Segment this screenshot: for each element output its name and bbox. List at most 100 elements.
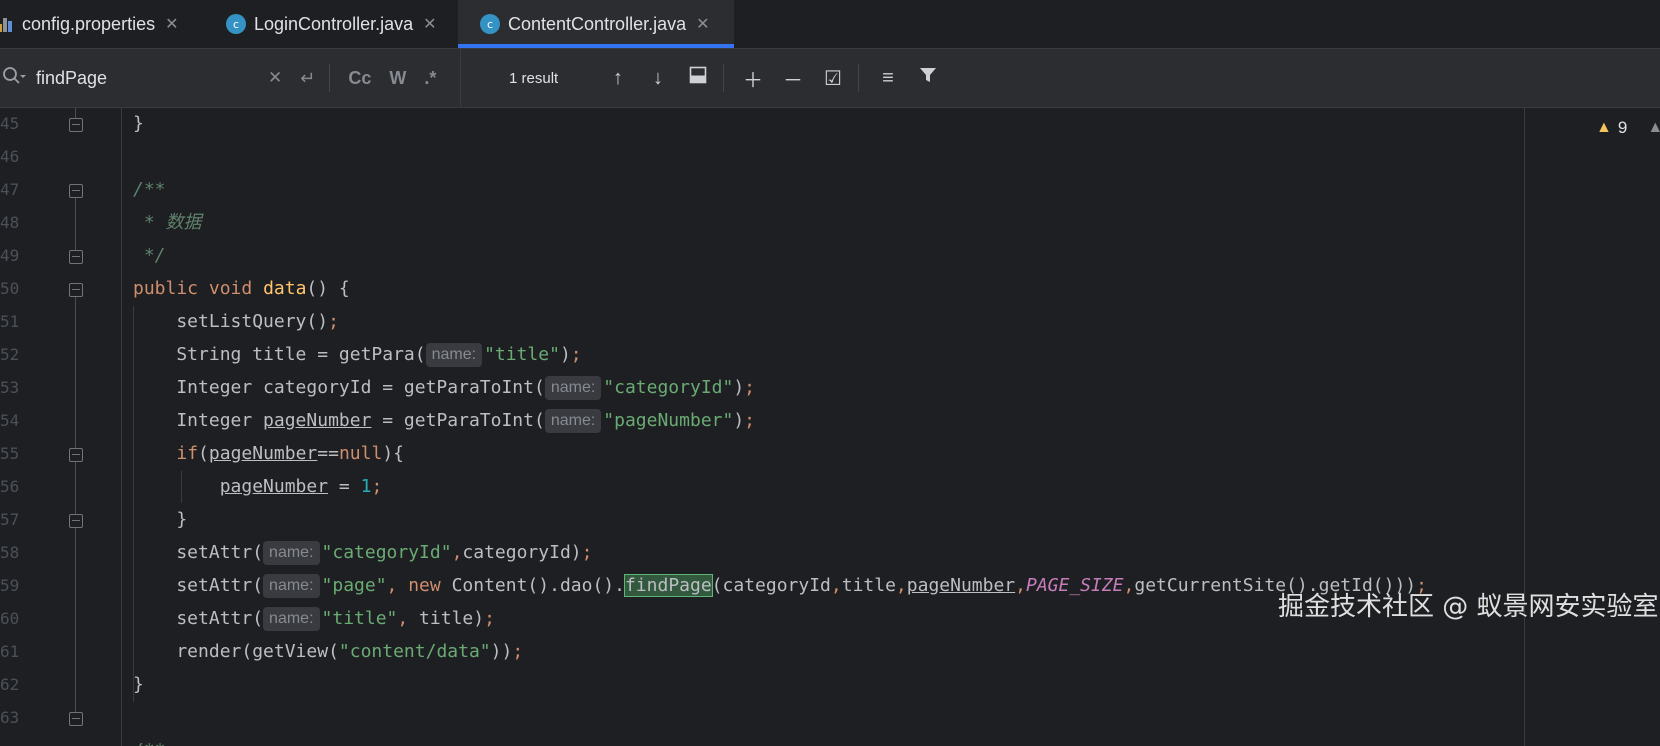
string-literal: "categoryId" — [603, 377, 734, 398]
code-line[interactable]: setAttr(name: "categoryId",categoryId); — [133, 537, 592, 569]
tab-config-properties[interactable]: config.properties ✕ — [0, 0, 196, 48]
clear-icon[interactable]: ✕ — [268, 68, 282, 88]
line-number: 47 — [0, 180, 20, 199]
watermark: 掘金技术社区 @ 蚁景网安实验室 — [1278, 592, 1659, 622]
new-line-icon[interactable]: ↵ — [300, 68, 315, 89]
search-options-icon[interactable]: ≡ — [877, 67, 899, 90]
code-line[interactable]: if(pageNumber==null){ — [133, 438, 404, 470]
string-literal: "title" — [484, 344, 560, 365]
line-number: 61 — [0, 642, 20, 661]
code-line[interactable]: setListQuery(); — [133, 306, 339, 338]
tab-label: LoginController.java — [254, 13, 414, 34]
line-number: 57 — [0, 510, 20, 529]
line-number: 45 — [0, 114, 20, 133]
line-number: 56 — [0, 477, 20, 496]
indent-guide — [121, 108, 122, 746]
next-occurrence-icon[interactable]: ↓ — [647, 67, 669, 90]
close-icon[interactable]: ✕ — [423, 14, 436, 34]
line-number: 52 — [0, 345, 20, 364]
right-margin-guide — [1524, 108, 1525, 746]
divider — [329, 64, 331, 92]
fold-marker-icon[interactable] — [69, 250, 83, 264]
code-line[interactable]: } — [133, 504, 187, 536]
warning-icon: ▲ — [1596, 119, 1612, 136]
code-line[interactable]: } — [133, 108, 144, 140]
filter-results-icon[interactable] — [687, 66, 709, 90]
editor-tab-bar: config.properties ✕ c LoginController.ja… — [0, 0, 1660, 49]
inspection-widget[interactable]: ▲ 9 ▲ — [1596, 118, 1660, 138]
filter-icon[interactable] — [917, 66, 939, 90]
constant: PAGE_SIZE — [1025, 575, 1124, 596]
line-number: 60 — [0, 609, 20, 628]
regex-button[interactable]: .* — [424, 68, 436, 89]
line-number: 58 — [0, 543, 20, 562]
fold-marker-icon[interactable] — [69, 184, 83, 198]
code-line[interactable]: Integer categoryId = getParaToInt(name: "… — [133, 372, 755, 404]
tab-content-controller[interactable]: c ContentController.java ✕ — [458, 0, 734, 48]
param-hint: name: — [263, 574, 320, 598]
code-line[interactable]: /** — [133, 735, 166, 746]
fold-marker-icon[interactable] — [69, 118, 83, 132]
result-count: 1 result — [509, 69, 559, 87]
close-icon[interactable]: ✕ — [696, 14, 709, 34]
param-hint: name: — [425, 343, 483, 367]
code-line[interactable]: render(getView("content/data")); — [133, 636, 523, 668]
divider — [723, 64, 724, 92]
search-match-highlight[interactable]: findPage — [623, 574, 713, 597]
fold-marker-icon[interactable] — [69, 283, 83, 297]
code-line[interactable]: setAttr(name: "title", title); — [133, 603, 495, 635]
code-line[interactable]: String title = getPara(name: "title"); — [133, 339, 582, 371]
code-line[interactable]: Integer pageNumber = getParaToInt(name: "… — [133, 405, 755, 437]
fold-guide — [75, 198, 76, 250]
string-literal: "pageNumber" — [603, 410, 734, 431]
line-number: 51 — [0, 312, 20, 331]
find-input-area: ✕ ↵ Cc W .* — [0, 49, 461, 107]
weak-warning-icon: ▲ — [1647, 119, 1660, 136]
line-number: 63 — [0, 708, 20, 727]
search-icon[interactable] — [2, 66, 28, 91]
code-line[interactable]: setAttr(name: "page", new Content().dao()… — [133, 570, 1427, 602]
add-selection-icon[interactable]: ＋ — [742, 64, 764, 93]
param-hint: name: — [544, 376, 602, 400]
remove-selection-icon[interactable]: － — [782, 64, 804, 93]
line-number: 62 — [0, 675, 20, 694]
match-case-button[interactable]: Cc — [348, 68, 371, 89]
fold-marker-icon[interactable] — [69, 514, 83, 528]
fold-guide — [75, 528, 76, 712]
select-all-occurrences-icon[interactable]: ☑ — [822, 66, 844, 91]
fold-guide — [75, 297, 76, 449]
code-line[interactable]: public void data() { — [133, 273, 350, 305]
line-number: 48 — [0, 213, 20, 232]
java-class-icon: c — [480, 14, 500, 34]
line-number: 46 — [0, 147, 20, 166]
find-toolbar: 1 result ↑ ↓ ＋ － ☑ ≡ — [461, 49, 939, 107]
code-editor[interactable]: 45 46 47 48 49 50 51 52 53 54 55 56 57 5… — [0, 108, 1660, 746]
comment-text: * 数据 — [143, 212, 202, 233]
editor-gutter: 45 46 47 48 49 50 51 52 53 54 55 56 57 5… — [0, 108, 110, 746]
line-number: 49 — [0, 246, 20, 265]
string-literal: "categoryId" — [321, 542, 452, 563]
fold-marker-icon[interactable] — [69, 712, 83, 726]
code-line[interactable]: } — [133, 669, 144, 701]
tab-label: ContentController.java — [508, 13, 687, 34]
fold-marker-icon[interactable] — [69, 448, 83, 462]
whole-words-button[interactable]: W — [389, 68, 406, 89]
string-literal: "page" — [321, 575, 387, 596]
code-line[interactable]: /** — [133, 174, 166, 206]
fold-guide — [75, 108, 76, 118]
string-literal: "content/data" — [338, 641, 491, 662]
param-hint: name: — [263, 607, 320, 631]
tab-login-controller[interactable]: c LoginController.java ✕ — [210, 0, 446, 48]
close-icon[interactable]: ✕ — [165, 14, 178, 34]
param-hint: name: — [544, 409, 602, 433]
code-line[interactable]: */ — [133, 240, 166, 272]
find-input[interactable] — [34, 66, 258, 90]
tab-label: config.properties — [22, 13, 156, 34]
previous-occurrence-icon[interactable]: ↑ — [607, 67, 629, 90]
fold-guide — [75, 462, 76, 514]
code-line[interactable]: * 数据 — [133, 207, 202, 239]
line-number: 59 — [0, 576, 20, 595]
code-line[interactable]: pageNumber = 1; — [133, 471, 383, 503]
line-number: 55 — [0, 444, 20, 463]
find-bar: ✕ ↵ Cc W .* 1 result ↑ ↓ ＋ － ☑ ≡ — [0, 49, 1660, 108]
